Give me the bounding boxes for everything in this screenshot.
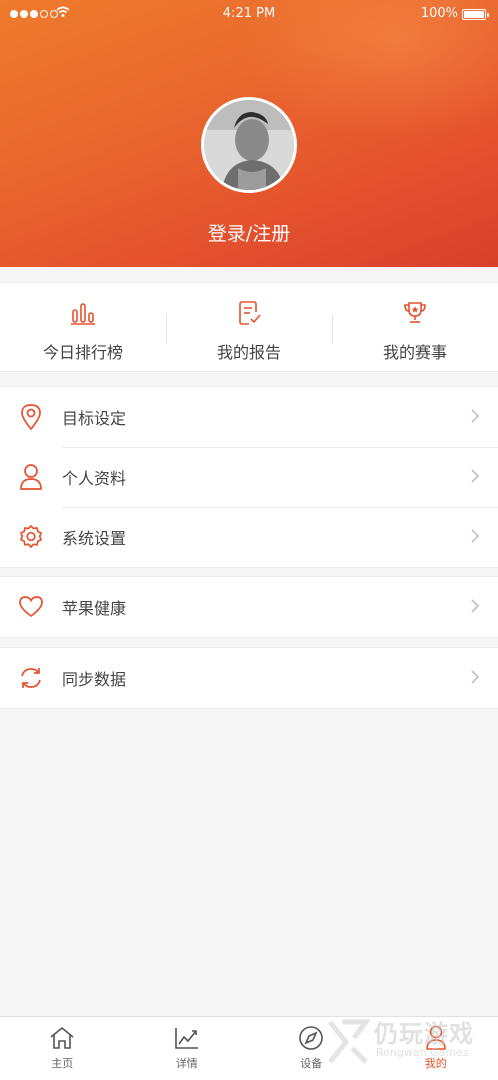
tab-label: 主页 (51, 1057, 74, 1070)
person-icon (20, 464, 42, 490)
login-register-link[interactable]: 登录/注册 (0, 219, 498, 246)
menu-item-system-settings[interactable]: 系统设置 (0, 507, 498, 567)
shortcut-report[interactable]: 我的报告 (166, 283, 332, 371)
line-chart-icon (174, 1028, 198, 1049)
shortcut-events[interactable]: 我的赛事 (332, 283, 498, 371)
avatar-photo (204, 100, 294, 190)
menu-item-label: 个人资料 (62, 469, 127, 488)
menu-item-sync-data[interactable]: 同步数据 (0, 648, 498, 708)
status-bar: 4:21 PM 100% (0, 0, 498, 28)
gear-icon (19, 524, 43, 549)
menu-item-apple-health[interactable]: 苹果健康 (0, 577, 498, 637)
menu-item-label: 目标设定 (62, 409, 127, 428)
menu-item-label: 系统设置 (62, 529, 127, 548)
tab-details[interactable]: 详情 (125, 1017, 250, 1080)
chevron-right-icon (471, 529, 480, 543)
tab-home[interactable]: 主页 (0, 1017, 125, 1080)
chevron-right-icon (471, 409, 480, 423)
tab-label: 详情 (175, 1057, 198, 1070)
menu-item-goal-setting[interactable]: 目标设定 (0, 387, 498, 447)
menu-item-profile[interactable]: 个人资料 (0, 447, 498, 507)
tab-devices[interactable]: 设备 (249, 1017, 374, 1080)
chevron-right-icon (471, 599, 480, 613)
avatar[interactable] (201, 97, 297, 193)
shortcut-bar: 今日排行榜 我的报告 我的赛事 (0, 282, 498, 372)
menu-group-settings: 目标设定 个人资料 系统设置 (0, 386, 498, 568)
report-icon (239, 301, 261, 325)
heart-icon (19, 596, 43, 618)
person-icon (425, 1025, 446, 1050)
tab-mine[interactable]: 我的 (374, 1017, 498, 1080)
sync-icon (21, 668, 41, 688)
trophy-icon (404, 302, 426, 323)
profile-header: 4:21 PM 100% 登录/注册 (0, 0, 498, 267)
menu-item-label: 苹果健康 (62, 599, 127, 618)
shortcut-label: 我的报告 (216, 343, 281, 362)
bottom-tab-bar: 主页 详情 设备 我的 (0, 1016, 498, 1080)
tab-label: 我的 (424, 1057, 447, 1070)
compass-icon (299, 1026, 324, 1050)
bar-chart-icon (71, 303, 95, 325)
battery-icon (462, 9, 489, 20)
tab-label: 设备 (300, 1057, 323, 1070)
menu-group-health: 苹果健康 (0, 576, 498, 638)
menu-item-label: 同步数据 (62, 670, 127, 689)
chevron-right-icon (471, 469, 480, 483)
location-pin-icon (21, 404, 41, 431)
shortcut-label: 今日排行榜 (42, 343, 123, 362)
menu-group-sync: 同步数据 (0, 647, 498, 709)
battery-percentage: 100% (420, 6, 458, 21)
shortcut-leaderboard[interactable]: 今日排行榜 (0, 283, 166, 371)
chevron-right-icon (471, 670, 480, 684)
home-icon (50, 1026, 74, 1049)
shortcut-label: 我的赛事 (382, 343, 447, 362)
